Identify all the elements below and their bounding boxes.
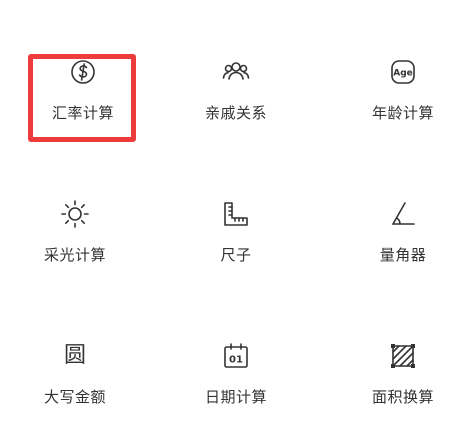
ruler-tool[interactable]: 尺子 [161, 194, 311, 294]
sun-icon [55, 194, 95, 234]
tool-label: 大写金额 [43, 388, 106, 406]
tool-label: 汇率计算 [51, 104, 114, 122]
age-icon: Age [383, 52, 423, 92]
angle-icon [383, 194, 423, 234]
protractor-tool[interactable]: 量角器 [328, 194, 450, 294]
tool-label: 尺子 [220, 246, 252, 264]
area-icon [383, 336, 423, 376]
calendar-icon: 01 [216, 336, 256, 376]
tool-label: 年龄计算 [371, 104, 434, 122]
tool-label: 采光计算 [43, 246, 106, 264]
tool-label: 亲戚关系 [204, 104, 267, 122]
ruler-icon [216, 194, 256, 234]
svg-text:01: 01 [229, 355, 243, 366]
capital-char-icon: 圆 [55, 336, 95, 376]
capital-char-glyph: 圆 [63, 343, 86, 368]
area-conversion-tool[interactable]: 面积换算 [328, 336, 450, 423]
relatives-tool[interactable]: 亲戚关系 [161, 52, 311, 152]
currency-icon [63, 52, 103, 92]
svg-text:Age: Age [393, 69, 413, 79]
date-tool[interactable]: 01 日期计算 [161, 336, 311, 423]
lighting-tool[interactable]: 采光计算 [0, 194, 150, 294]
tool-label: 面积换算 [371, 388, 434, 406]
capital-amount-tool[interactable]: 圆 大写金额 [0, 336, 150, 423]
tool-grid: 汇率计算 亲戚关系 Age 年龄计算 采光计算 尺子 量角器 圆 大写金额 01… [0, 0, 450, 423]
people-icon [216, 52, 256, 92]
tool-label: 量角器 [379, 246, 427, 264]
age-tool[interactable]: Age 年龄计算 [328, 52, 450, 152]
tool-label: 日期计算 [204, 388, 267, 406]
exchange-rate-tool[interactable]: 汇率计算 [8, 52, 158, 152]
